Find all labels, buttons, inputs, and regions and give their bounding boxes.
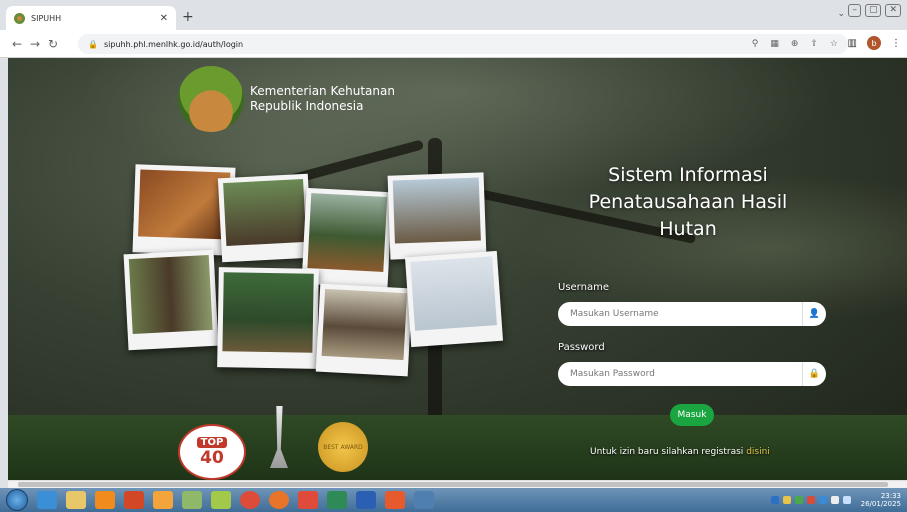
reload-icon[interactable]: ↻ xyxy=(44,37,62,51)
address-bar[interactable]: 🔒 sipuhh.phl.menlhk.go.id/auth/login ⚲ ▦… xyxy=(78,34,848,54)
title-line: Hutan xyxy=(659,218,717,240)
taskbar-clock[interactable]: 23:33 26/01/2025 xyxy=(861,492,901,508)
firefox-icon[interactable] xyxy=(269,491,289,509)
org-name-line1: Kementerian Kehutanan xyxy=(250,84,395,98)
ministry-logo xyxy=(178,66,244,132)
profile-avatar[interactable]: b xyxy=(867,36,881,50)
tray-icon[interactable] xyxy=(806,496,815,504)
title-line: Sistem Informasi xyxy=(608,164,768,186)
register-link[interactable]: disini xyxy=(746,447,770,457)
top40-badge: TOP 40 xyxy=(178,424,246,480)
collage-photo xyxy=(387,172,487,260)
minimize-button[interactable]: – xyxy=(848,4,861,17)
powerpoint-icon[interactable] xyxy=(124,491,144,509)
tray-icon[interactable] xyxy=(782,496,791,504)
password-field: 🔒 xyxy=(558,362,826,386)
collage-photo xyxy=(217,173,313,263)
clock-time: 23:33 xyxy=(880,492,901,500)
grass-ground xyxy=(8,415,907,480)
app-icon[interactable] xyxy=(153,491,173,509)
tab-strip: SIPUHH ✕ + ⌄ – ▢ ✕ xyxy=(0,0,907,30)
word-icon[interactable] xyxy=(356,491,376,509)
collage-photo xyxy=(123,249,219,351)
maximize-button[interactable]: ▢ xyxy=(864,4,882,17)
best-award-badge: BEST AWARD xyxy=(318,422,368,472)
password-input[interactable] xyxy=(558,362,802,386)
user-icon: 👤 xyxy=(802,302,826,326)
chrome-icon[interactable] xyxy=(240,491,260,509)
badge-top-label: TOP xyxy=(196,436,228,448)
network-icon[interactable] xyxy=(842,496,851,504)
zoom-icon[interactable]: ⊕ xyxy=(791,39,799,49)
site-favicon-icon xyxy=(14,12,25,24)
side-panel-icon[interactable]: ▥ xyxy=(848,38,857,49)
volume-icon[interactable] xyxy=(830,496,839,504)
username-label: Username xyxy=(558,282,609,293)
page-title: Sistem Informasi Penatausahaan Hasil Hut… xyxy=(568,162,808,243)
title-line: Penatausahaan Hasil xyxy=(588,191,788,213)
browser-tab[interactable]: SIPUHH ✕ xyxy=(6,6,176,30)
system-tray: 23:33 26/01/2025 xyxy=(770,492,901,508)
file-explorer-icon[interactable] xyxy=(66,491,86,509)
scrollbar-thumb[interactable] xyxy=(18,482,888,487)
app-icon[interactable] xyxy=(385,491,405,509)
menu-kebab-icon[interactable]: ⋮ xyxy=(891,38,901,49)
tab-title: SIPUHH xyxy=(31,13,62,23)
close-window-button[interactable]: ✕ xyxy=(885,4,901,17)
start-button[interactable] xyxy=(6,489,28,511)
excel-icon[interactable] xyxy=(327,491,347,509)
tray-icon[interactable] xyxy=(818,496,827,504)
close-tab-icon[interactable]: ✕ xyxy=(160,13,168,24)
chrome-app-icon[interactable] xyxy=(298,491,318,509)
translate-icon[interactable]: ▦ xyxy=(770,39,779,49)
tray-icon[interactable] xyxy=(794,496,803,504)
paint-icon[interactable] xyxy=(182,491,202,509)
password-label: Password xyxy=(558,342,605,353)
url-text: sipuhh.phl.menlhk.go.id/auth/login xyxy=(103,39,244,49)
tray-icon[interactable] xyxy=(770,496,779,504)
collage-photo xyxy=(217,267,319,369)
lock-icon: 🔒 xyxy=(802,362,826,386)
username-input[interactable] xyxy=(558,302,802,326)
search-icon[interactable]: ⚲ xyxy=(752,39,759,49)
share-icon[interactable]: ⇪ xyxy=(810,39,818,49)
horizontal-scrollbar[interactable] xyxy=(8,480,907,488)
ie-icon[interactable] xyxy=(37,491,57,509)
username-field: 👤 xyxy=(558,302,826,326)
lock-icon[interactable]: 🔒 xyxy=(88,40,98,49)
windows-taskbar: 23:33 26/01/2025 xyxy=(0,488,907,512)
collage-photo xyxy=(315,283,413,377)
org-name-line2: Republik Indonesia xyxy=(250,99,364,113)
back-arrow-icon[interactable]: ← xyxy=(8,37,26,51)
register-prompt: Untuk izin baru silahkan registrasi disi… xyxy=(590,447,770,457)
window-controls: – ▢ ✕ xyxy=(848,4,901,17)
bookmark-star-icon[interactable]: ☆ xyxy=(830,39,838,49)
new-tab-button[interactable]: + xyxy=(182,9,194,25)
tab-search-chevron-icon[interactable]: ⌄ xyxy=(837,9,845,19)
collage-photo xyxy=(404,250,504,348)
brand-header: Kementerian Kehutanan Republik Indonesia xyxy=(178,66,395,132)
app-icon[interactable] xyxy=(414,491,434,509)
badge-top-number: 40 xyxy=(200,447,224,468)
app-icon[interactable] xyxy=(211,491,231,509)
browser-toolbar: ← → ↻ 🔒 sipuhh.phl.menlhk.go.id/auth/log… xyxy=(0,30,907,58)
login-button[interactable]: Masuk xyxy=(670,404,714,426)
login-page: Kementerian Kehutanan Republik Indonesia… xyxy=(8,58,907,480)
register-text: Untuk izin baru silahkan registrasi xyxy=(590,447,744,457)
vlc-icon[interactable] xyxy=(95,491,115,509)
clock-date: 26/01/2025 xyxy=(860,500,901,508)
forward-arrow-icon[interactable]: → xyxy=(26,37,44,51)
